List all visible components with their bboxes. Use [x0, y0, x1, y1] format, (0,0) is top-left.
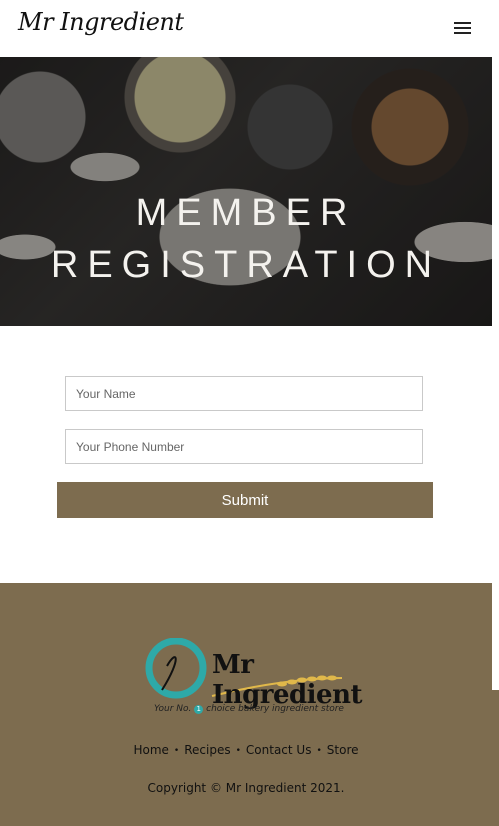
tagline-after: choice bakery ingredient store: [206, 704, 344, 714]
site-footer: Mr Ingredient Your No. 1 choice bakery i…: [0, 583, 492, 826]
footer-logo[interactable]: Mr Ingredient Your No. 1 choice bakery i…: [142, 637, 363, 723]
nav-separator: •: [235, 745, 241, 756]
nav-separator: •: [316, 745, 322, 756]
footer-logo-tagline: Your No. 1 choice bakery ingredient stor…: [154, 704, 354, 714]
page: Mr Ingredient MEMBER REGISTRATION Submit: [0, 0, 492, 826]
copyright-text: Copyright © Mr Ingredient 2021.: [147, 781, 345, 795]
submit-button[interactable]: Submit: [57, 482, 433, 518]
phone-input[interactable]: [65, 429, 423, 464]
scrollbar-track[interactable]: [492, 690, 499, 826]
page-title-line-2: REGISTRATION: [50, 244, 442, 286]
footer-link-home[interactable]: Home: [133, 743, 168, 757]
site-header: Mr Ingredient: [0, 0, 492, 57]
footer-link-contact-us[interactable]: Contact Us: [246, 743, 312, 757]
brand-logo-text[interactable]: Mr Ingredient: [18, 8, 184, 36]
hero-banner: MEMBER REGISTRATION: [0, 57, 492, 326]
page-title-line-1: MEMBER: [135, 192, 357, 234]
footer-logo-text: Mr Ingredient: [212, 650, 363, 710]
footer-nav: Home • Recipes • Contact Us • Store: [0, 743, 492, 757]
registration-form: Submit: [0, 326, 492, 583]
footer-link-store[interactable]: Store: [327, 743, 359, 757]
tagline-number: 1: [194, 705, 204, 714]
scrollbar-thumb[interactable]: [492, 0, 499, 690]
nav-separator: •: [173, 745, 180, 756]
page-title: MEMBER REGISTRATION: [0, 187, 492, 291]
name-input[interactable]: [65, 376, 423, 411]
tagline-before: Your No.: [154, 704, 192, 714]
footer-link-recipes[interactable]: Recipes: [184, 743, 230, 757]
hamburger-menu-icon[interactable]: [448, 16, 476, 42]
